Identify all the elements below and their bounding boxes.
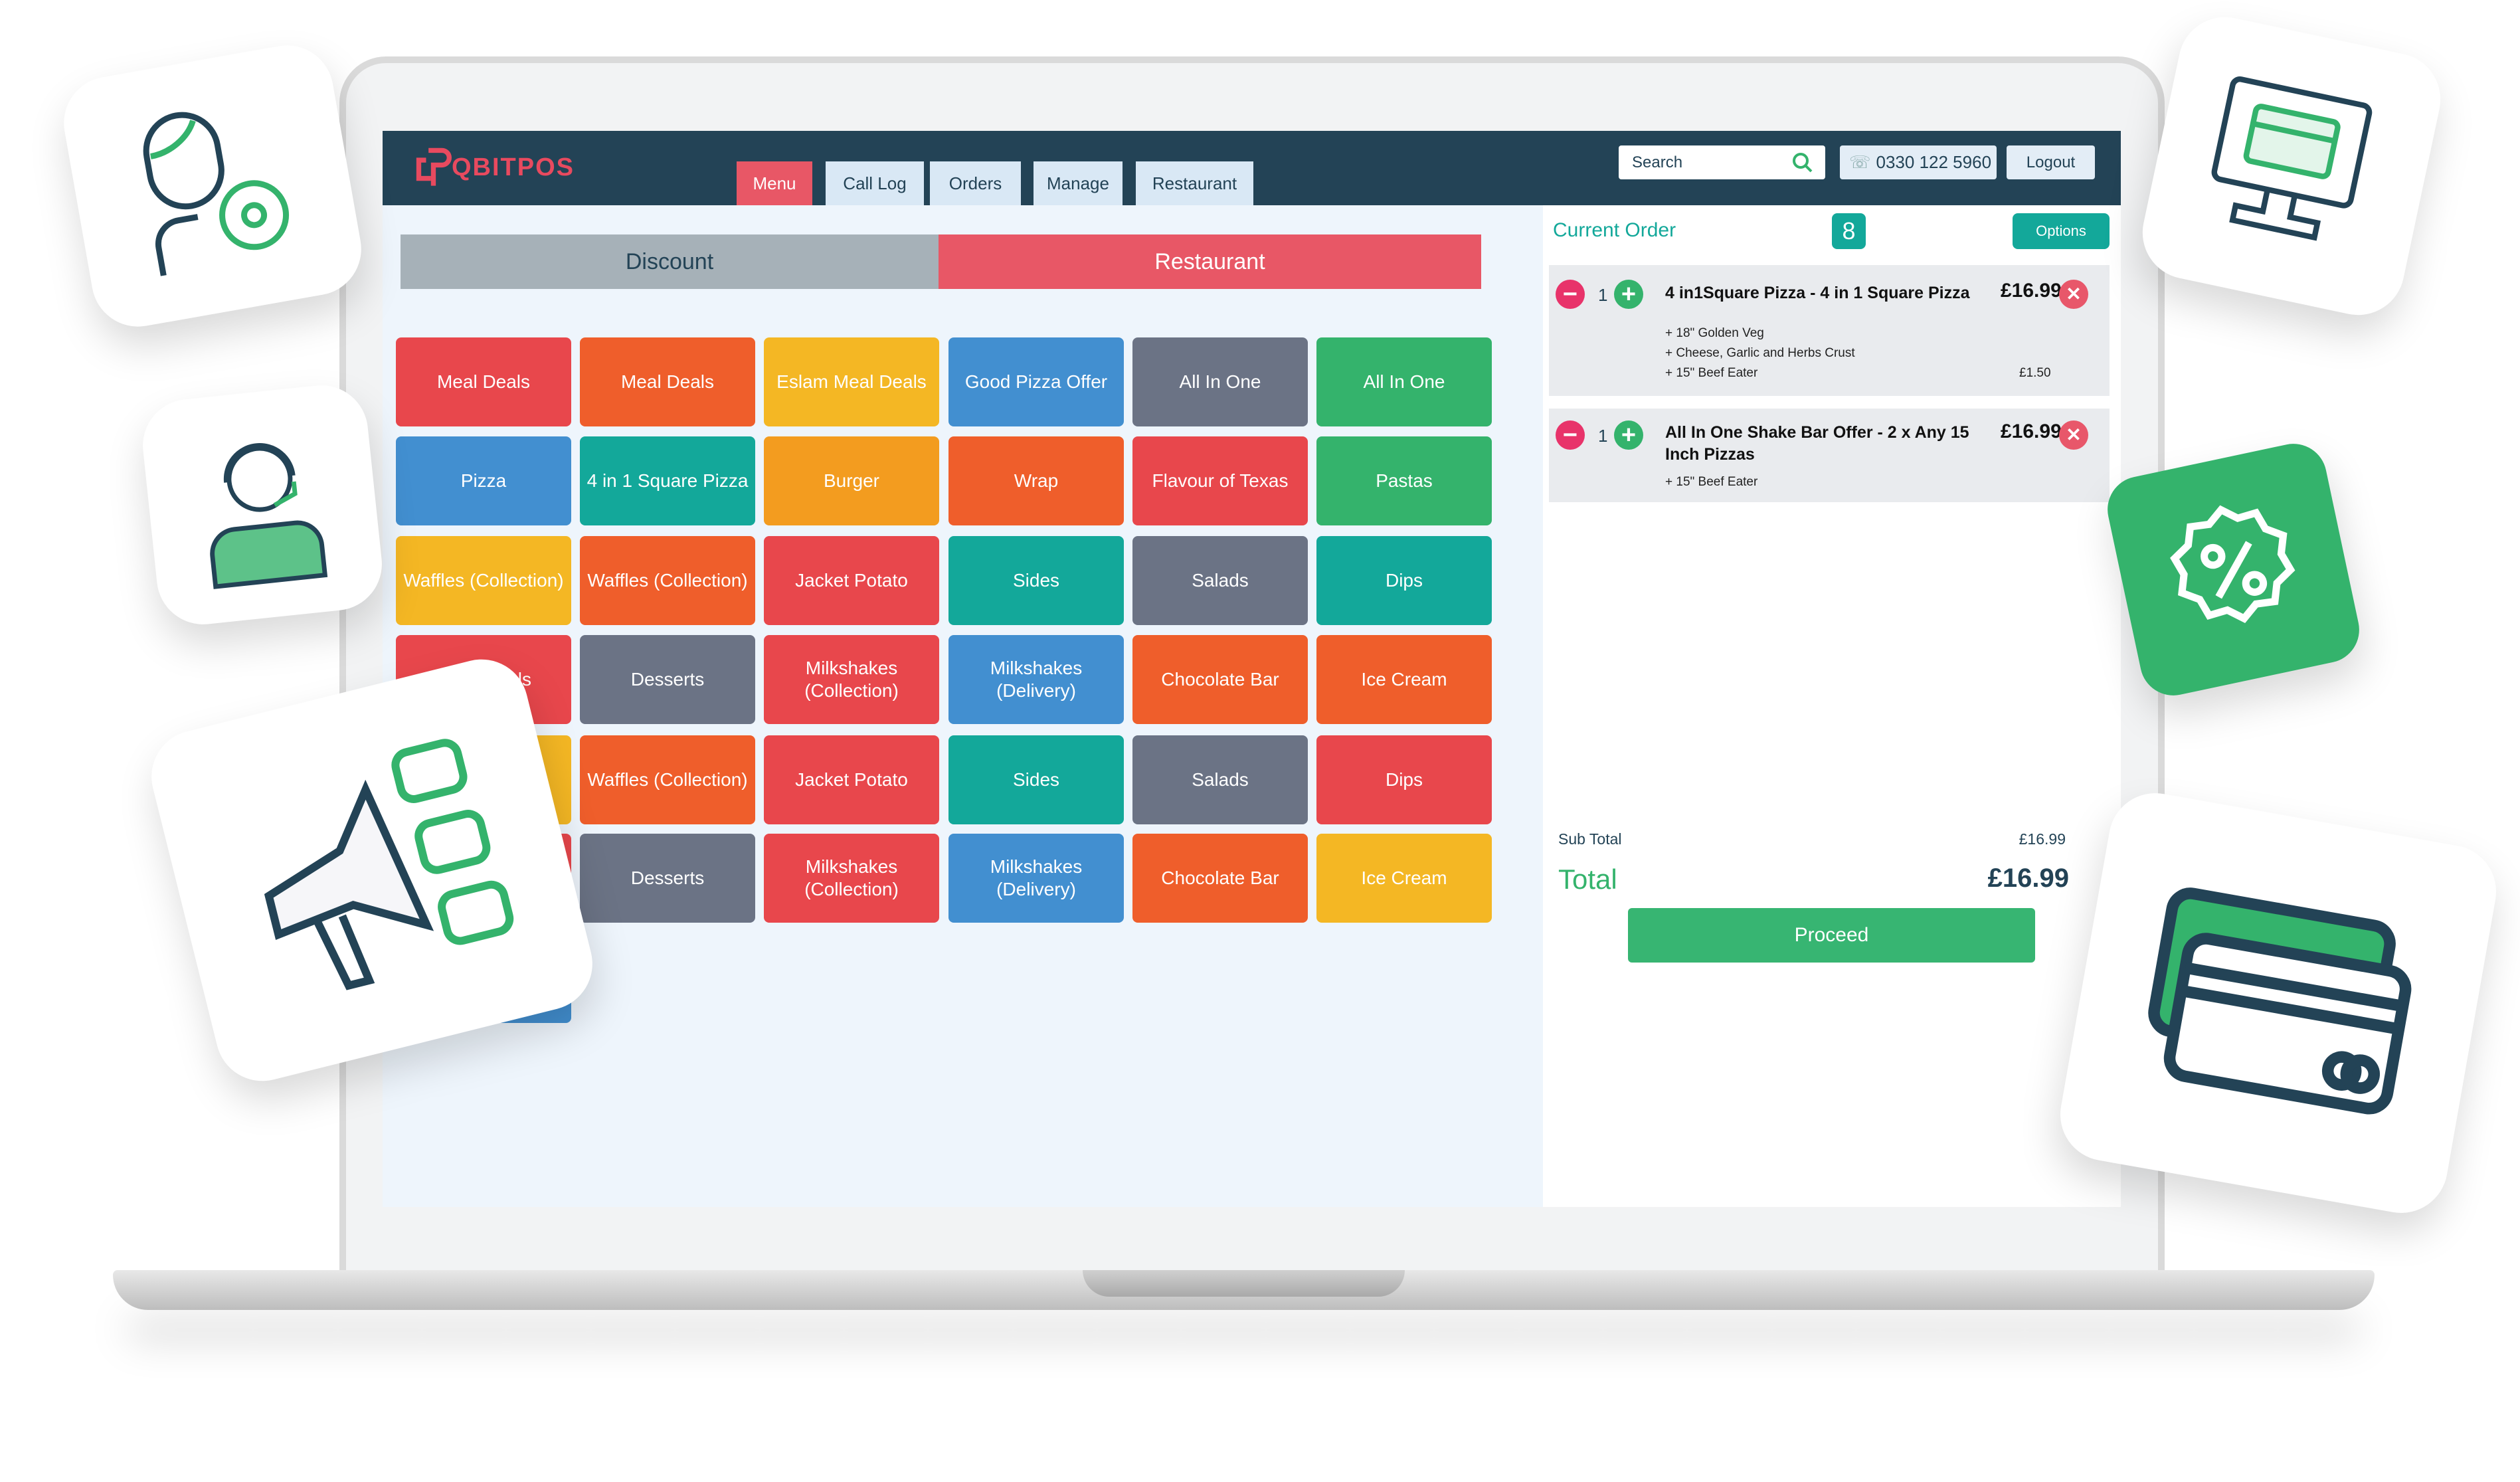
logo-text: QBITPOS (451, 153, 575, 181)
menu-tile[interactable]: Jacket Potato (764, 536, 939, 625)
item-price: £16.99 (2001, 420, 2062, 442)
menu-tile[interactable]: Desserts (580, 834, 755, 923)
order-item: − 1 + All In One Shake Bar Offer - 2 x A… (1549, 409, 2110, 502)
menu-tile[interactable]: Salads (1132, 735, 1308, 824)
item-modifier: + Cheese, Garlic and Herbs Crust (1665, 346, 1855, 360)
menu-tile[interactable]: Eslam Meal Deals (764, 337, 939, 426)
item-modifier: + 15" Beef Eater (1665, 475, 1758, 489)
item-modifier: + 18" Golden Veg (1665, 326, 1764, 340)
discount-badge-icon (2169, 505, 2295, 623)
remove-item-button[interactable]: ✕ (2059, 280, 2088, 309)
menu-tile[interactable]: Ice Cream (1316, 635, 1492, 724)
menu-tile[interactable]: Chocolate Bar (1132, 635, 1308, 724)
pos-terminal-icon (2211, 76, 2373, 241)
logo[interactable]: QBITPOS (415, 143, 575, 193)
item-qty: 1 (1598, 285, 1608, 305)
menu-tile[interactable]: Pastas (1316, 436, 1492, 525)
menu-tile[interactable]: Pizza (396, 436, 571, 525)
logout-button[interactable]: Logout (2007, 145, 2095, 179)
menu-tile[interactable]: Dips (1316, 536, 1492, 625)
support-agent-icon (210, 443, 328, 589)
credit-card-icon (2148, 887, 2412, 1115)
payment-card (2052, 786, 2504, 1220)
menu-tile[interactable]: Chocolate Bar (1132, 834, 1308, 923)
menu-tile[interactable]: Wrap (948, 436, 1124, 525)
subtotal-value: £16.99 (2019, 830, 2066, 848)
menu-tile[interactable]: Dips (1316, 735, 1492, 824)
tab-menu[interactable]: Menu (737, 161, 812, 205)
order-count-badge: 8 (1832, 213, 1866, 249)
menu-tile[interactable]: Sides (948, 735, 1124, 824)
menu-tile[interactable]: Milkshakes (Collection) (764, 834, 939, 923)
item-name: 4 in1Square Pizza - 4 in 1 Square Pizza (1665, 284, 1970, 302)
megaphone-icon (264, 739, 514, 990)
menu-tile[interactable]: Milkshakes (Collection) (764, 635, 939, 724)
discount-category-button[interactable]: Discount (401, 234, 939, 289)
increase-qty-button[interactable]: + (1614, 420, 1643, 450)
total-label: Total (1558, 864, 1617, 895)
logo-mark-icon (416, 147, 452, 186)
subtotal-label: Sub Total (1558, 830, 1622, 848)
menu-tile[interactable]: Meal Deals (580, 337, 755, 426)
menu-tile[interactable]: Ice Cream (1316, 834, 1492, 923)
modifier-price: £1.50 (2019, 366, 2051, 380)
decrease-qty-button[interactable]: − (1556, 280, 1585, 309)
menu-tile[interactable]: Salads (1132, 536, 1308, 625)
menu-tile[interactable]: Waffles (Collection) (580, 536, 755, 625)
menu-tile[interactable]: Desserts (580, 635, 755, 724)
total-value: £16.99 (1987, 864, 2069, 893)
search-placeholder: Search (1632, 153, 1683, 171)
menu-tile[interactable]: Waffles (Collection) (396, 536, 571, 625)
menu-tile[interactable]: Sides (948, 536, 1124, 625)
menu-tile[interactable]: Burger (764, 436, 939, 525)
tab-orders[interactable]: Orders (930, 161, 1021, 205)
discount-card (2101, 437, 2366, 702)
remove-item-button[interactable]: ✕ (2059, 420, 2088, 450)
search-input[interactable]: Search (1619, 145, 1825, 179)
phone-number[interactable]: ☏ 0330 122 5960 (1840, 145, 1997, 179)
item-modifier: + 15" Beef Eater (1665, 366, 1758, 380)
item-name: All In One Shake Bar Offer - 2 x Any 15 … (1665, 423, 1969, 464)
phone-text: 0330 122 5960 (1876, 152, 1992, 172)
item-price: £16.99 (2001, 280, 2062, 302)
proceed-button[interactable]: Proceed (1628, 908, 2035, 963)
decrease-qty-button[interactable]: − (1556, 420, 1585, 450)
driver-card (56, 38, 369, 334)
menu-tile[interactable]: Waffles (Collection) (580, 735, 755, 824)
options-button[interactable]: Options (2013, 213, 2110, 249)
menu-tile[interactable]: Milkshakes (Delivery) (948, 834, 1124, 923)
menu-tile[interactable]: 4 in 1 Square Pizza (580, 436, 755, 525)
order-item: − 1 + 4 in1Square Pizza - 4 in 1 Square … (1549, 265, 2110, 396)
menu-tile[interactable]: All In One (1132, 337, 1308, 426)
phone-icon: ☏ (1849, 152, 1871, 172)
menu-tile[interactable]: Jacket Potato (764, 735, 939, 824)
search-icon[interactable] (1792, 152, 1813, 173)
menu-tile[interactable]: Good Pizza Offer (948, 337, 1124, 426)
restaurant-category-button[interactable]: Restaurant (939, 234, 1481, 289)
tab-restaurant[interactable]: Restaurant (1136, 161, 1253, 205)
pos-card (2133, 8, 2450, 324)
support-card (138, 381, 387, 629)
tab-call-log[interactable]: Call Log (826, 161, 924, 205)
menu-tile[interactable]: Meal Deals (396, 337, 571, 426)
tab-manage[interactable]: Manage (1034, 161, 1123, 205)
menu-tile[interactable]: Flavour of Texas (1132, 436, 1308, 525)
driver-icon (143, 112, 290, 276)
menu-tile[interactable]: Milkshakes (Delivery) (948, 635, 1124, 724)
current-order-title: Current Order (1553, 219, 1676, 241)
laptop-notch (1083, 1270, 1405, 1297)
increase-qty-button[interactable]: + (1614, 280, 1643, 309)
menu-tile[interactable]: All In One (1316, 337, 1492, 426)
item-qty: 1 (1598, 426, 1608, 446)
